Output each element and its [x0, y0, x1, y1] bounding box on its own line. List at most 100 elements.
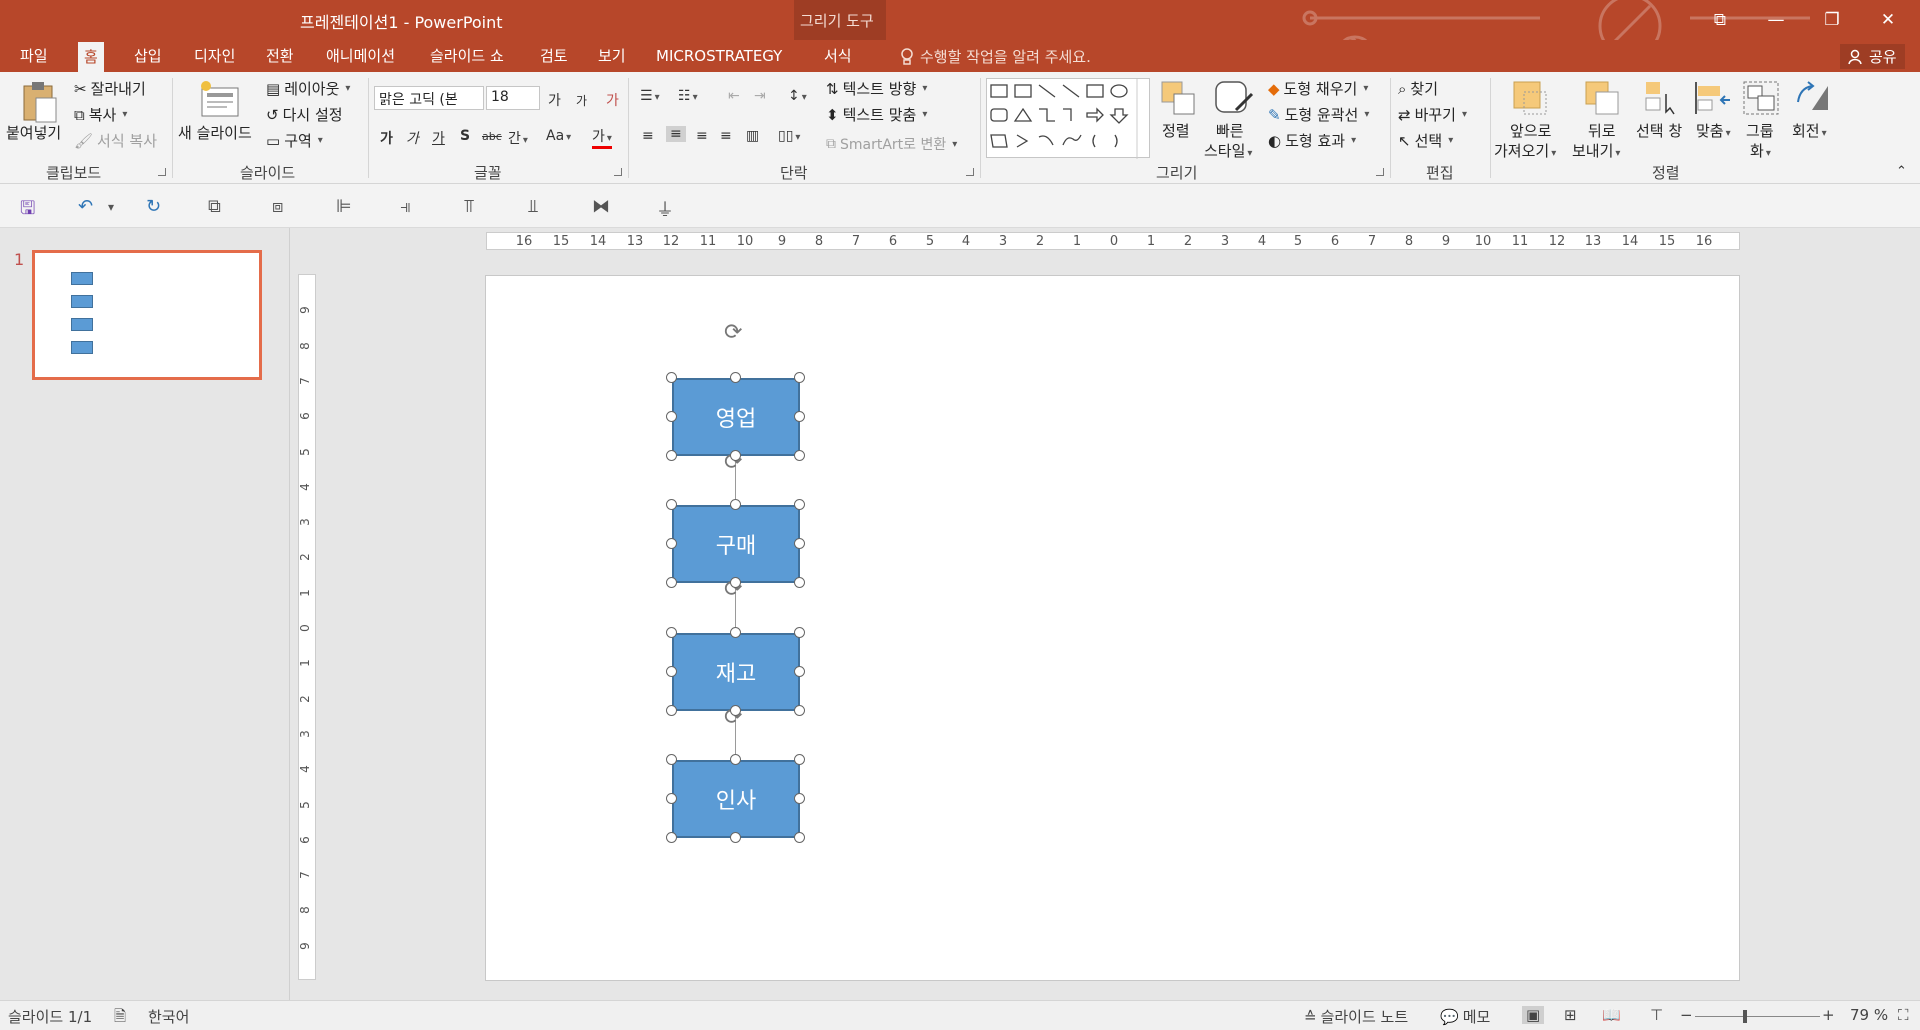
arrange-drawing-button[interactable]: 정렬 — [1156, 76, 1200, 160]
shadow-icon[interactable]: S — [460, 128, 470, 144]
selection-pane-button[interactable]: 선택 창 — [1636, 76, 1688, 160]
resize-handle[interactable] — [794, 793, 805, 804]
tab-slide-show[interactable]: 슬라이드 쇼 — [424, 40, 510, 72]
send-backward-button[interactable]: 뒤로 보내기 — [1572, 76, 1632, 160]
zoom-level[interactable]: 79 % — [1850, 1006, 1888, 1024]
align-right-qat-icon[interactable]: ⫣ — [400, 196, 411, 217]
resize-handle[interactable] — [730, 705, 741, 716]
shapes-gallery[interactable] — [986, 78, 1150, 159]
italic-icon[interactable]: 가 — [406, 128, 419, 148]
bold-icon[interactable]: 가 — [380, 128, 393, 148]
drawing-launcher-icon[interactable] — [1376, 168, 1384, 176]
slideshow-view-icon[interactable]: ⊤ — [1650, 1006, 1663, 1024]
resize-handle[interactable] — [794, 450, 805, 461]
bring-forward-button[interactable]: 앞으로 가져오기 — [1494, 76, 1568, 160]
resize-handle[interactable] — [666, 450, 677, 461]
shrink-font-icon[interactable]: 가 — [576, 92, 587, 109]
tab-transitions[interactable]: 전환 — [260, 40, 300, 72]
font-launcher-icon[interactable] — [614, 168, 622, 176]
resize-handle[interactable] — [730, 372, 741, 383]
send-back-qat-icon[interactable]: ⧈ — [272, 196, 283, 217]
layout-button[interactable]: ▤ 레이아웃 — [266, 78, 350, 99]
shape-outline-button[interactable]: ✎ 도형 윤곽선 — [1268, 104, 1369, 125]
text-direction-button[interactable]: ⇅ 텍스트 방향 — [826, 78, 927, 99]
resize-handle[interactable] — [666, 538, 677, 549]
resize-handle[interactable] — [666, 372, 677, 383]
horizontal-ruler[interactable]: 16 15 14 13 12 11 10 9 8 7 6 5 4 3 2 1 0 1 2 3 4 5 6 7 8 9 10 11 12 1… — [486, 232, 1740, 250]
line-spacing-icon[interactable]: ↕ — [788, 88, 807, 104]
undo-dropdown-icon[interactable]: ▾ — [108, 200, 114, 214]
tab-insert[interactable]: 삽입 — [128, 40, 168, 72]
justify-icon[interactable]: ≡ — [720, 128, 732, 144]
resize-handle[interactable] — [794, 666, 805, 677]
rotate-handle-icon[interactable]: ⟳ — [724, 322, 742, 344]
zoom-in-button[interactable]: + — [1822, 1006, 1835, 1024]
normal-view-icon[interactable]: ▣ — [1522, 1006, 1545, 1024]
resize-handle[interactable] — [730, 577, 741, 588]
resize-handle[interactable] — [666, 577, 677, 588]
resize-handle[interactable] — [794, 832, 805, 843]
font-name-combo[interactable]: 맑은 고딕 (본 — [374, 86, 484, 110]
reading-view-icon[interactable]: 📖 — [1602, 1006, 1621, 1024]
resize-handle[interactable] — [794, 538, 805, 549]
tab-home[interactable]: 홈 — [78, 42, 104, 72]
shape-sales[interactable]: 영업 — [672, 378, 800, 456]
resize-handle[interactable] — [794, 627, 805, 638]
tell-me-search[interactable]: 수행할 작업을 알려 주세요. — [900, 46, 1091, 67]
grow-font-icon[interactable]: 가 — [548, 90, 561, 110]
tab-view[interactable]: 보기 — [592, 40, 632, 72]
select-button[interactable]: ↖ 선택 — [1398, 130, 1453, 151]
undo-icon[interactable]: ↶ — [78, 196, 93, 217]
align-top-qat-icon[interactable]: ⫪ — [464, 196, 474, 217]
resize-handle[interactable] — [730, 627, 741, 638]
resize-handle[interactable] — [730, 754, 741, 765]
resize-handle[interactable] — [794, 372, 805, 383]
quick-styles-button[interactable]: 빠른 스타일 — [1204, 76, 1262, 160]
shape-effects-button[interactable]: ◐ 도형 효과 — [1268, 130, 1356, 151]
resize-handle[interactable] — [666, 627, 677, 638]
notes-button[interactable]: ≙ 슬라이드 노트 — [1304, 1006, 1408, 1027]
zoom-out-button[interactable]: − — [1680, 1006, 1693, 1024]
strikethrough-icon[interactable]: abc — [482, 130, 502, 143]
minimize-button[interactable]: — — [1748, 0, 1804, 40]
share-button[interactable]: 공유 — [1840, 44, 1905, 69]
resize-handle[interactable] — [730, 499, 741, 510]
align-center-qat-icon[interactable]: ⏚ — [656, 196, 674, 222]
clipboard-launcher-icon[interactable] — [158, 168, 166, 176]
font-color-icon[interactable]: 가 — [592, 126, 612, 149]
paragraph-launcher-icon[interactable] — [966, 168, 974, 176]
spellcheck-icon[interactable]: 🗎 — [114, 1006, 126, 1030]
find-button[interactable]: ⌕ 찾기 — [1398, 78, 1438, 99]
align-left-qat-icon[interactable]: ⊫ — [336, 196, 352, 217]
resize-handle[interactable] — [666, 705, 677, 716]
tab-animations[interactable]: 애니메이션 — [320, 40, 401, 72]
ribbon-display-options-button[interactable]: ⧉ — [1692, 0, 1748, 40]
rotate-button[interactable]: 회전 — [1788, 76, 1838, 160]
increase-indent-icon[interactable]: ⇥ — [754, 88, 766, 104]
slide-sorter-icon[interactable]: ⊞ — [1564, 1006, 1577, 1024]
copy-button[interactable]: ⧉ 복사 — [74, 104, 127, 125]
save-icon[interactable]: 🖫 — [20, 196, 35, 226]
restore-button[interactable]: ❐ — [1804, 0, 1860, 40]
tab-design[interactable]: 디자인 — [188, 40, 241, 72]
columns-icon[interactable]: ▯▯ — [778, 128, 800, 144]
cut-button[interactable]: ✂ 잘라내기 — [74, 78, 146, 99]
resize-handle[interactable] — [794, 411, 805, 422]
slide-thumbnail[interactable] — [32, 250, 262, 380]
align-middle-qat-icon[interactable]: ⧓ — [592, 196, 610, 217]
decrease-indent-icon[interactable]: ⇤ — [728, 88, 740, 104]
resize-handle[interactable] — [794, 754, 805, 765]
zoom-slider-thumb[interactable] — [1743, 1010, 1747, 1023]
replace-button[interactable]: ⇄ 바꾸기 — [1398, 104, 1467, 125]
resize-handle[interactable] — [666, 832, 677, 843]
numbering-icon[interactable]: ☷ — [678, 88, 698, 104]
tab-review[interactable]: 검토 — [534, 40, 574, 72]
resize-handle[interactable] — [794, 577, 805, 588]
shape-purchasing[interactable]: 구매 — [672, 505, 800, 583]
resize-handle[interactable] — [666, 793, 677, 804]
tab-file[interactable]: 파일 — [14, 40, 54, 72]
resize-handle[interactable] — [666, 499, 677, 510]
resize-handle[interactable] — [794, 499, 805, 510]
zoom-slider[interactable] — [1695, 1016, 1820, 1017]
paste-button[interactable]: 붙여넣기 — [6, 76, 64, 156]
